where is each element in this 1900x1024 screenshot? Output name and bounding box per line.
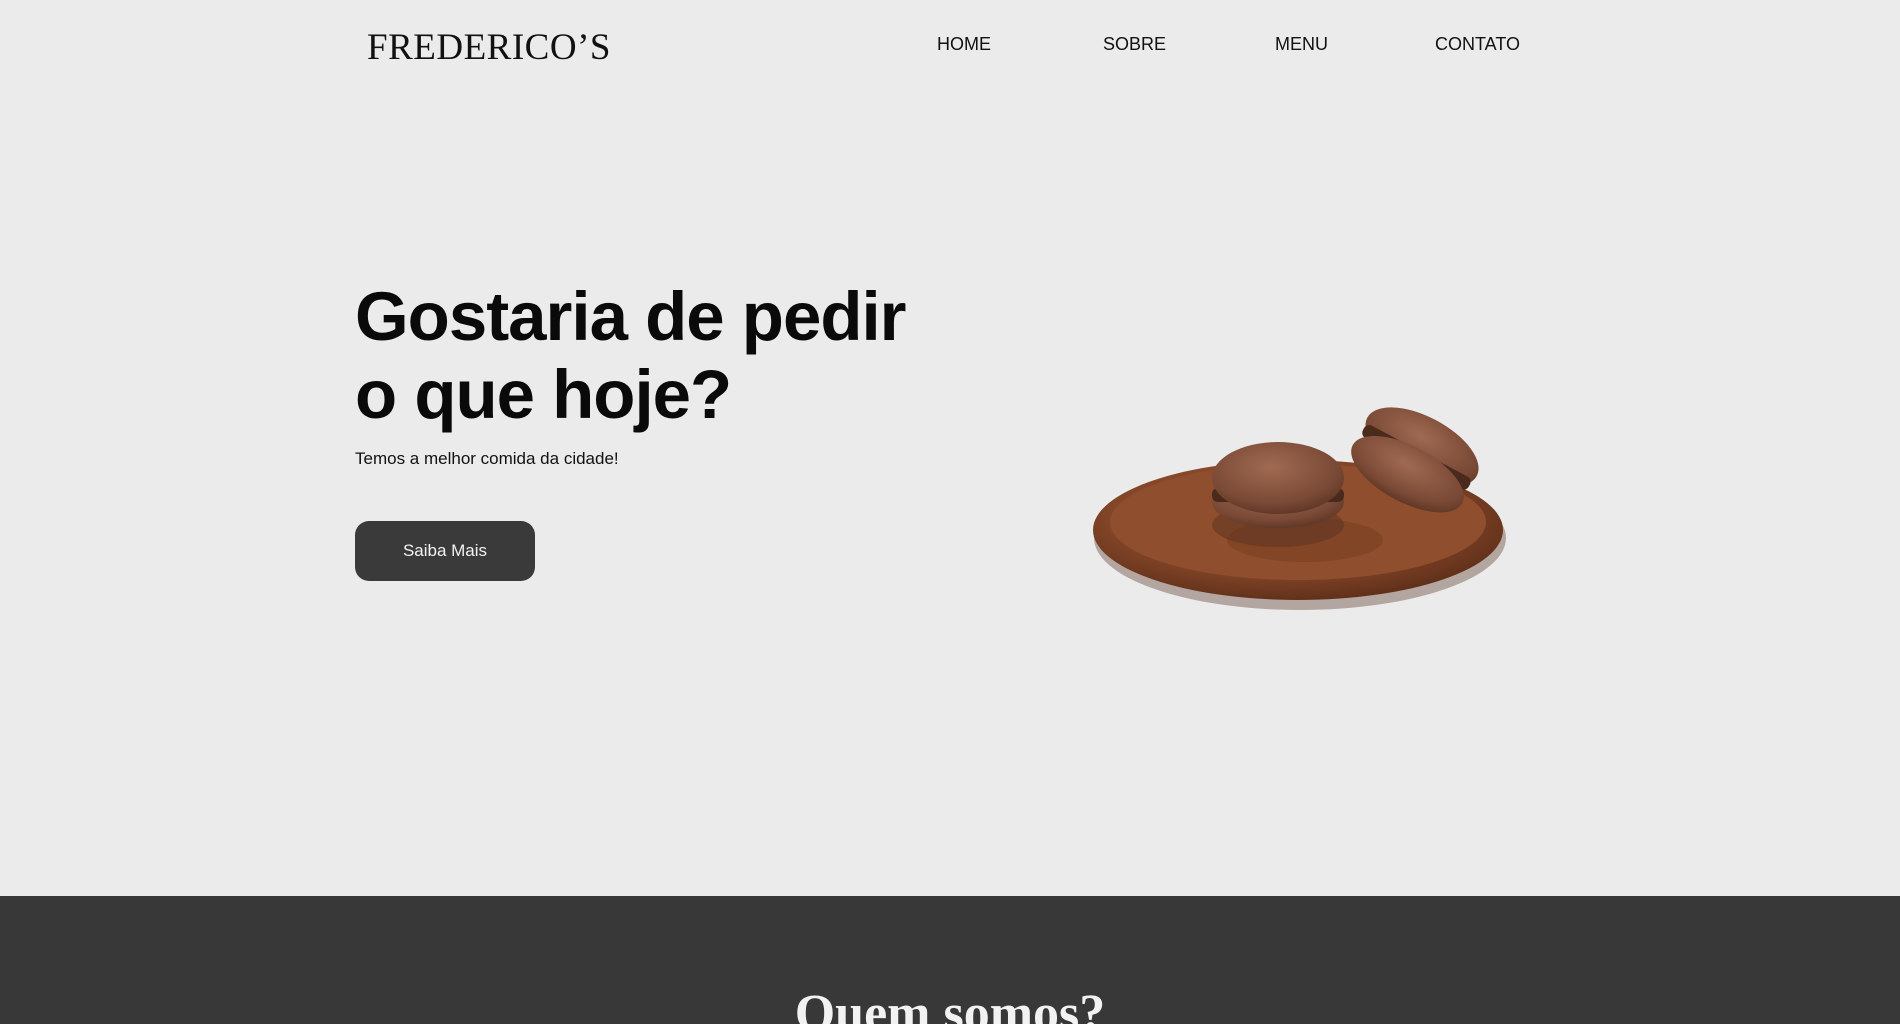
site-header: FREDERICO’S HOME SOBRE MENU CONTATO [0, 0, 1900, 100]
macarons-plate-image [1093, 407, 1506, 610]
site-logo[interactable]: FREDERICO’S [367, 28, 611, 68]
nav-sobre[interactable]: SOBRE [1103, 34, 1166, 54]
about-title: Quem somos? [794, 985, 1106, 1024]
nav-contato[interactable]: CONTATO [1435, 34, 1520, 54]
about-section: Quem somos? [0, 896, 1900, 1024]
nav-home[interactable]: HOME [937, 34, 991, 54]
saiba-mais-button[interactable]: Saiba Mais [355, 521, 535, 581]
hero-title-line-2: o que hoje? [355, 356, 732, 433]
nav-menu[interactable]: MENU [1275, 34, 1328, 54]
hero-subtitle: Temos a melhor comida da cidade! [355, 449, 619, 468]
hero-title-line-1: Gostaria de pedir [355, 278, 906, 355]
hero-title: Gostaria de pedir o que hoje? [355, 278, 975, 434]
